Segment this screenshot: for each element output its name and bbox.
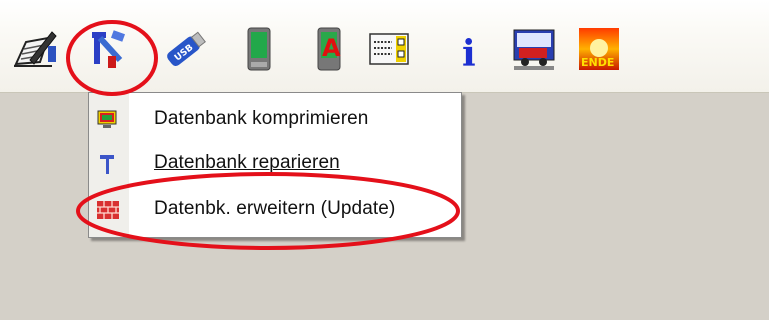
svg-text:i: i bbox=[462, 33, 476, 74]
info-icon[interactable]: i bbox=[448, 24, 494, 74]
vehicle-screen-icon[interactable] bbox=[511, 24, 557, 74]
menu-item-label: Datenbk. erweitern (Update) bbox=[154, 198, 396, 219]
repair-tool-icon bbox=[100, 155, 114, 174]
usb-stick-icon[interactable]: USB bbox=[162, 24, 208, 74]
brick-wall-icon bbox=[97, 201, 119, 219]
ende-label: ENDE bbox=[581, 56, 614, 69]
context-menu: Datenbank komprimieren Datenbank reparie… bbox=[88, 92, 462, 238]
dialog-form-icon[interactable] bbox=[366, 24, 412, 74]
menu-item-label: Datenbank reparieren bbox=[154, 152, 340, 173]
toolbar: USB A i ENDE bbox=[0, 0, 769, 93]
mobile-device-red-a-icon[interactable]: A bbox=[306, 24, 352, 74]
compress-database-icon bbox=[97, 110, 117, 128]
menu-item-extend-database-update[interactable]: Datenbk. erweitern (Update) bbox=[89, 187, 461, 233]
menu-item-label: Datenbank komprimieren bbox=[154, 108, 369, 129]
edit-notes-icon[interactable] bbox=[12, 24, 58, 74]
menu-item-compress-database[interactable]: Datenbank komprimieren bbox=[89, 97, 461, 143]
database-tools-icon[interactable] bbox=[86, 24, 132, 74]
svg-text:A: A bbox=[322, 34, 341, 62]
ende-exit-icon[interactable]: ENDE bbox=[576, 24, 622, 74]
menu-item-repair-database[interactable]: Datenbank reparieren bbox=[89, 141, 461, 187]
mobile-device-green-icon[interactable] bbox=[236, 24, 282, 74]
